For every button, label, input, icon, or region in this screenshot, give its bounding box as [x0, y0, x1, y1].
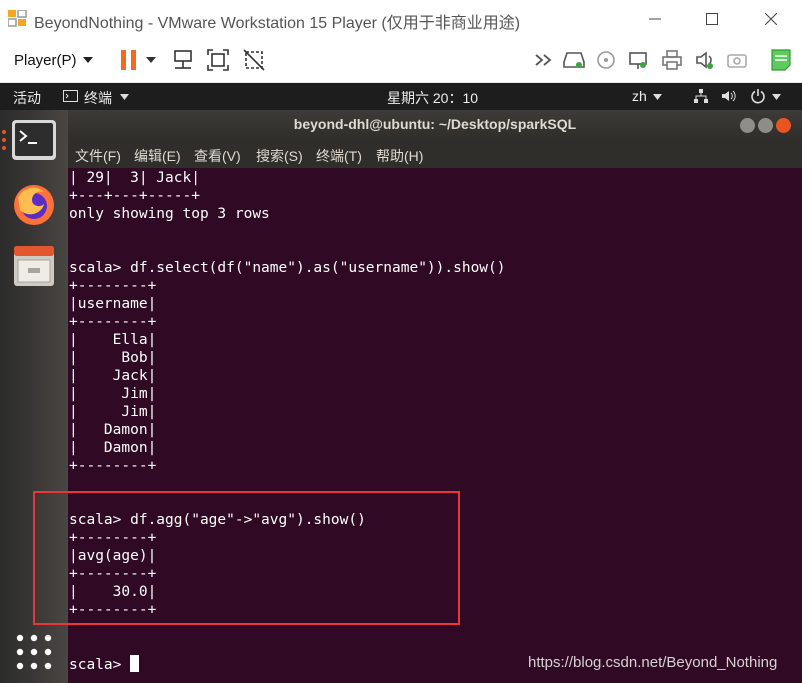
terminal-line: | Damon| [69, 422, 157, 438]
fit-guest-button[interactable] [205, 47, 231, 73]
terminal-line: +---+---+-----+ [69, 188, 200, 204]
cd-icon [597, 51, 615, 69]
pause-icon [121, 50, 136, 70]
chevron-down-icon [146, 57, 156, 63]
chevron-down-icon [772, 94, 781, 100]
minimize-button[interactable] [632, 4, 678, 34]
network-button[interactable] [625, 47, 651, 73]
close-icon [765, 13, 777, 25]
sound-icon [696, 51, 713, 69]
minimize-icon [649, 18, 661, 20]
chevron-down-icon [120, 94, 129, 100]
cd-button[interactable] [593, 47, 619, 73]
sound-button[interactable] [692, 47, 718, 73]
fit-guest-icon [207, 49, 229, 71]
menu-search[interactable]: 搜索(S) [256, 146, 303, 166]
menu-edit[interactable]: 编辑(E) [134, 146, 181, 166]
terminal-prompt-line: scala> [69, 655, 140, 673]
power-icon[interactable] [750, 88, 766, 104]
printer-icon [662, 50, 682, 70]
text-cursor [130, 655, 140, 672]
hard-disk-icon [563, 52, 585, 68]
terminal-line: | Jim| [69, 386, 157, 402]
message-icon [771, 49, 791, 71]
terminal-menubar: 文件(F) 编辑(E) 查看(V) 搜索(S) 终端(T) 帮助(H) [68, 140, 802, 168]
send-ctrl-alt-del-icon [174, 50, 192, 69]
app-menu-label[interactable]: 终端 [84, 88, 112, 108]
files-icon [14, 246, 54, 286]
vmware-title-bar: BeyondNothing - VMware Workstation 15 Pl… [0, 0, 802, 38]
player-menu-label: Player(P) [14, 51, 77, 69]
running-indicator [2, 138, 6, 142]
player-menu-button[interactable]: Player(P) [6, 46, 101, 74]
terminal-line: +--------+ [69, 278, 157, 294]
input-language[interactable]: zh [632, 88, 647, 104]
terminal-line: | Bob| [69, 350, 157, 366]
message-button[interactable] [768, 47, 794, 73]
terminal-close-button[interactable] [776, 118, 791, 133]
terminal-minimize-button[interactable] [740, 118, 755, 133]
terminal-line: | Ella| [69, 332, 157, 348]
dock-terminal[interactable] [10, 118, 58, 166]
unity-button[interactable] [241, 47, 267, 73]
show-applications-button[interactable] [10, 628, 58, 676]
maximize-button[interactable] [689, 4, 735, 34]
running-indicator [2, 146, 6, 150]
menu-help[interactable]: 帮助(H) [376, 146, 423, 166]
terminal-maximize-button[interactable] [758, 118, 773, 133]
activities-button[interactable]: 活动 [13, 88, 41, 108]
window-title: BeyondNothing - VMware Workstation 15 Pl… [34, 15, 521, 32]
firefox-icon [14, 185, 54, 225]
chevron-down-icon [653, 94, 662, 100]
terminal-line: +--------+ [69, 314, 157, 330]
watermark: https://blog.csdn.net/Beyond_Nothing [528, 654, 778, 671]
vmware-toolbar: Player(P) [0, 38, 802, 83]
terminal-app-icon [63, 90, 78, 102]
camera-button[interactable] [724, 47, 750, 73]
network-status-icon[interactable] [693, 88, 709, 104]
forward-button[interactable] [531, 47, 557, 73]
running-indicator [2, 130, 6, 134]
ubuntu-top-panel: 活动 终端 星期六 20：10 zh [0, 83, 802, 110]
send-ctrl-alt-del-button[interactable] [170, 47, 196, 73]
terminal-line: | Damon| [69, 440, 157, 456]
terminal-line: | 29| 3| Jack| [69, 170, 200, 186]
terminal-title: beyond-dhl@ubuntu: ~/Desktop/sparkSQL [293, 116, 577, 132]
terminal-icon [12, 120, 56, 160]
terminal-line: only showing top 3 rows [69, 206, 270, 222]
dock-files[interactable] [10, 242, 58, 290]
vmware-logo-icon [8, 10, 27, 27]
chevron-down-icon [82, 57, 93, 63]
terminal-line: |username| [69, 296, 157, 312]
pause-button[interactable] [116, 47, 142, 73]
maximize-icon [706, 13, 718, 25]
highlight-box [33, 491, 460, 625]
terminal-line: | Jack| [69, 368, 157, 384]
printer-button[interactable] [659, 47, 685, 73]
terminal-header-bar: beyond-dhl@ubuntu: ~/Desktop/sparkSQL [68, 110, 802, 140]
close-button[interactable] [748, 4, 794, 34]
terminal-prompt: scala> [69, 657, 131, 673]
terminal-line: +--------+ [69, 458, 157, 474]
terminal-line: scala> df.select(df("name").as("username… [69, 260, 506, 276]
pause-dropdown-button[interactable] [142, 47, 160, 73]
menu-view[interactable]: 查看(V) [194, 146, 241, 166]
dock-firefox[interactable] [10, 180, 58, 228]
clock[interactable]: 星期六 20：10 [387, 88, 478, 108]
terminal-line: | Jim| [69, 404, 157, 420]
menu-terminal[interactable]: 终端(T) [316, 146, 362, 166]
volume-icon[interactable] [720, 88, 736, 104]
unity-icon [243, 49, 265, 71]
camera-icon [727, 54, 747, 68]
menu-file[interactable]: 文件(F) [75, 146, 121, 166]
app-grid-icon [16, 634, 52, 670]
network-icon [629, 52, 647, 69]
hard-disk-button[interactable] [561, 47, 587, 73]
forward-icon [535, 54, 552, 66]
